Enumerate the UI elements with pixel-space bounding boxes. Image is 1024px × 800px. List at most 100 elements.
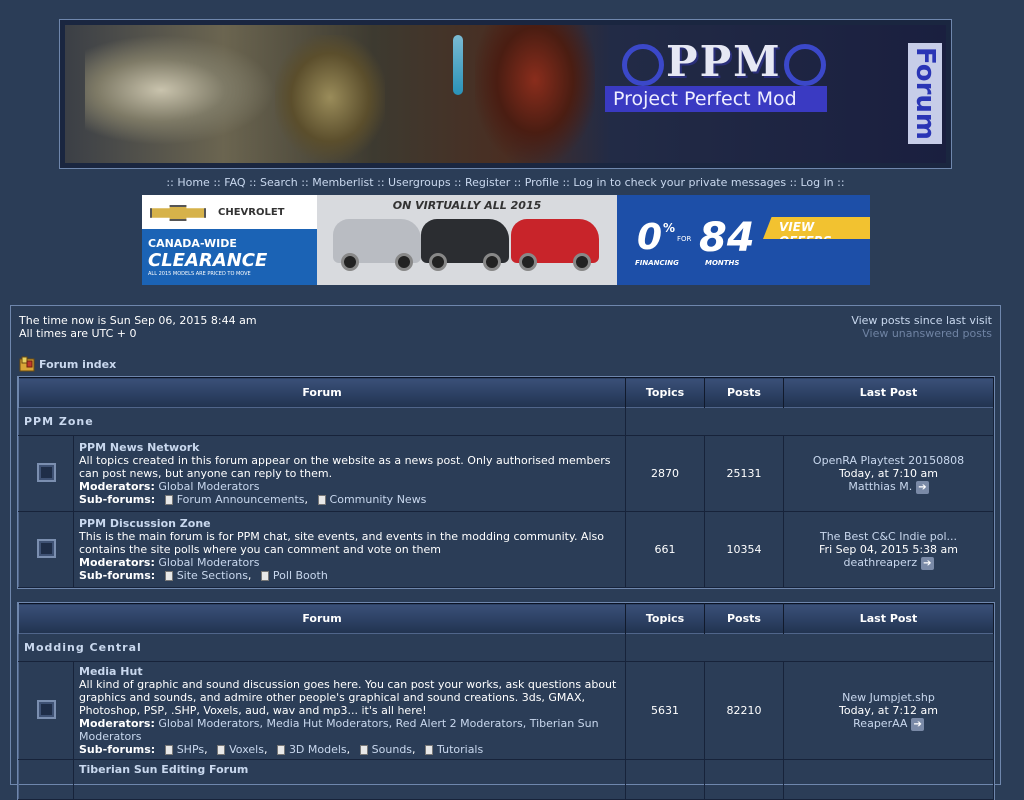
visit-links: View posts since last visit View unanswe… [851, 314, 992, 340]
time-info: The time now is Sun Sep 06, 2015 8:44 am… [19, 314, 257, 340]
forum-banner[interactable]: PPM Project Perfect Mod Forum [59, 19, 952, 169]
forum-title-link[interactable]: PPM Discussion Zone [79, 517, 211, 530]
forum-title-link[interactable]: Tiberian Sun Editing Forum [79, 763, 248, 776]
nav-register[interactable]: Register [465, 176, 510, 189]
subforum-link[interactable]: SHPs [177, 743, 204, 756]
last-post-cell: OpenRA Playtest 20150808 Today, at 7:10 … [783, 435, 994, 512]
ad-offer-panel: 0 % FOR 84 FINANCING MONTHS VIEW OFFERS [617, 195, 870, 285]
nav-profile[interactable]: Profile [525, 176, 559, 189]
nav-private-messages[interactable]: Log in to check your private messages [573, 176, 786, 189]
subforum-icon [164, 745, 173, 755]
view-posts-since-last-visit-link[interactable]: View posts since last visit [851, 314, 992, 327]
last-post-cell: The Best C&C Indie pol... Fri Sep 04, 20… [783, 511, 994, 588]
category-row: PPM Zone [18, 407, 994, 436]
subforum-link[interactable]: Voxels [229, 743, 264, 756]
subforum-link[interactable]: Tutorials [437, 743, 483, 756]
last-post-title-link[interactable]: The Best C&C Indie pol... [820, 530, 957, 543]
moderators-link[interactable]: Global Moderators [158, 556, 259, 569]
last-post-user-link[interactable]: ReaperAA [853, 717, 907, 730]
target-ring-icon [783, 44, 826, 86]
last-post-title-link[interactable]: New Jumpjet.shp [842, 691, 935, 704]
posts-count: 82210 [704, 661, 784, 760]
nav-login[interactable]: Log in [800, 176, 833, 189]
nav-usergroups[interactable]: Usergroups [388, 176, 451, 189]
ad-brand: CHEVROLET [218, 207, 285, 218]
last-post-cell: New Jumpjet.shp Today, at 7:12 am Reaper… [783, 661, 994, 760]
subforum-link[interactable]: 3D Models [289, 743, 347, 756]
column-last-post: Last Post [783, 603, 994, 634]
subforum-icon [164, 495, 173, 505]
forum-container: The time now is Sun Sep 06, 2015 8:44 am… [10, 305, 1001, 800]
ad-cars-panel: ON VIRTUALLY ALL 2015 [317, 195, 617, 285]
nav-memberlist[interactable]: Memberlist [312, 176, 373, 189]
subforum-link[interactable]: Site Sections [177, 569, 248, 582]
moderators-link[interactable]: Global Moderators, Media Hut Moderators,… [79, 717, 599, 743]
subforum-link[interactable]: Poll Booth [273, 569, 328, 582]
chevrolet-bowtie-icon [150, 205, 206, 221]
banner-artwork-vehicle [85, 35, 275, 145]
banner-artwork-tank [275, 35, 385, 160]
subforum-link[interactable]: Sounds [372, 743, 412, 756]
topics-count: 2870 [625, 435, 705, 512]
forum-index-link[interactable]: Forum index [39, 358, 116, 371]
column-last-post: Last Post [783, 377, 994, 408]
ad-rate: 0 [637, 217, 663, 258]
last-post-time: Fri Sep 04, 2015 5:38 am [819, 542, 958, 556]
ad-headline-large: CLEARANCE [148, 250, 268, 271]
forum-row: Media Hut All kind of graphic and sound … [18, 661, 994, 760]
last-post-title-link[interactable]: OpenRA Playtest 20150808 [813, 454, 964, 467]
last-post-user-link[interactable]: Matthias M. [848, 480, 912, 493]
last-post-user-link[interactable]: deathreaperz [843, 556, 917, 569]
forum-title-link[interactable]: PPM News Network [79, 441, 200, 454]
category-link[interactable]: PPM Zone [24, 415, 94, 428]
ad-brand-panel: CHEVROLET CANADA-WIDE CLEARANCE ALL 2015… [142, 195, 317, 285]
timezone: All times are UTC + 0 [19, 327, 137, 340]
go-to-post-icon[interactable]: ➔ [921, 556, 934, 570]
view-unanswered-posts-link[interactable]: View unanswered posts [862, 327, 992, 340]
column-topics: Topics [625, 377, 705, 408]
moderators-link[interactable]: Global Moderators [158, 480, 259, 493]
subforum-icon [217, 745, 226, 755]
subforum-link[interactable]: Forum Announcements [177, 493, 305, 506]
column-forum: Forum [18, 377, 626, 408]
breadcrumb: Forum index [19, 356, 116, 372]
view-offers-button[interactable]: VIEW OFFERS [763, 217, 870, 239]
banner-subtitle: Project Perfect Mod [605, 86, 827, 112]
car-image-black-suv [421, 219, 509, 271]
banner-artwork-beacon [453, 35, 463, 95]
ppm-logo: PPM [620, 37, 828, 86]
ad-fine-print: ALL 2015 MODELS ARE PRICED TO MOVE [148, 271, 251, 277]
forum-status-icon [36, 699, 56, 719]
forum-index-icon [19, 356, 35, 372]
nav-home[interactable]: Home [177, 176, 209, 189]
forum-title-link[interactable]: Media Hut [79, 665, 143, 678]
posts-count: 10354 [704, 511, 784, 588]
nav-faq[interactable]: FAQ [224, 176, 245, 189]
table-header-row: Forum Topics Posts Last Post [18, 377, 994, 408]
forum-table-ppm-zone: Forum Topics Posts Last Post PPM Zone PP… [17, 376, 995, 589]
go-to-post-icon[interactable]: ➔ [916, 480, 929, 494]
category-link[interactable]: Modding Central [24, 641, 142, 654]
subforum-link[interactable]: Community News [330, 493, 427, 506]
nav-search[interactable]: Search [260, 176, 298, 189]
category-row: Modding Central [18, 633, 994, 662]
column-posts: Posts [704, 377, 784, 408]
forum-table-modding-central: Forum Topics Posts Last Post Modding Cen… [17, 602, 995, 800]
go-to-post-icon[interactable]: ➔ [911, 717, 924, 731]
forum-row: PPM Discussion Zone This is the main for… [18, 511, 994, 588]
subforum-icon [317, 495, 326, 505]
column-posts: Posts [704, 603, 784, 634]
car-image-silver-truck [333, 219, 421, 271]
subforum-icon [359, 745, 368, 755]
subforum-icon [164, 571, 173, 581]
posts-count: 25131 [704, 435, 784, 512]
main-nav: :: Home :: FAQ :: Search :: Memberlist :… [166, 176, 845, 189]
last-post-time: Today, at 7:10 am [838, 466, 938, 480]
subforum-icon [276, 745, 285, 755]
topics-count: 661 [625, 511, 705, 588]
column-forum: Forum [18, 603, 626, 634]
forum-status-icon [36, 538, 56, 558]
advertisement-banner[interactable]: CHEVROLET CANADA-WIDE CLEARANCE ALL 2015… [142, 195, 870, 285]
forum-description: All topics created in this forum appear … [79, 454, 611, 480]
subforum-icon [425, 745, 434, 755]
